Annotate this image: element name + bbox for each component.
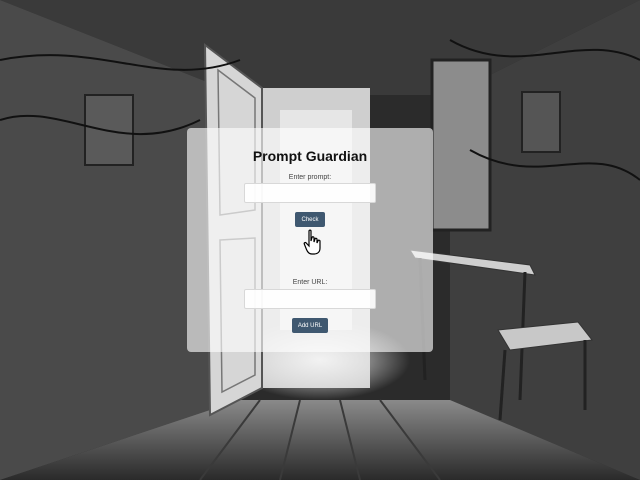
hand-pointer-icon (303, 229, 321, 255)
page-title: Prompt Guardian (252, 148, 368, 164)
add-url-button[interactable]: Add URL (292, 318, 328, 333)
prompt-label: Enter prompt: (288, 174, 332, 181)
prompt-input[interactable] (244, 183, 376, 203)
url-input[interactable] (244, 289, 376, 309)
check-button[interactable]: Check (295, 212, 325, 227)
url-label: Enter URL: (292, 279, 328, 286)
